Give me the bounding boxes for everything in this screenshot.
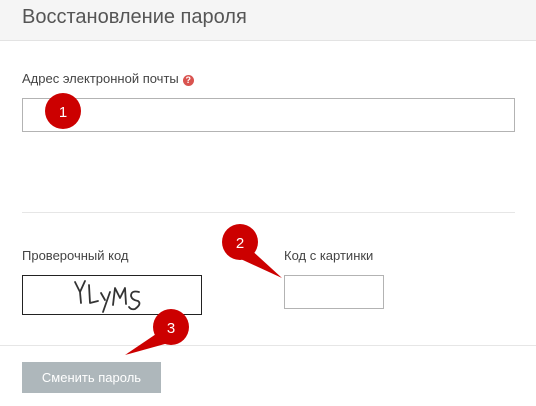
question-circle-icon[interactable]: ?: [182, 75, 194, 86]
marker-2-label: 2: [236, 235, 244, 252]
captcha-label: Проверочный код: [22, 248, 129, 263]
email-label-text: Адрес электронной почты: [22, 71, 179, 86]
page-title: Восстановление пароля: [22, 6, 247, 28]
email-field[interactable]: [22, 98, 515, 132]
page-header: Восстановление пароля: [0, 0, 536, 41]
email-field-label: Адрес электронной почты?: [22, 71, 194, 86]
marker-3-label: 3: [167, 320, 175, 337]
captcha-image: [22, 275, 202, 315]
annotation-marker-2: 2: [222, 224, 282, 278]
code-field-label: Код с картинки: [284, 248, 374, 263]
section-divider: [22, 212, 515, 213]
captcha-code-input[interactable]: [284, 275, 384, 309]
change-password-button[interactable]: Сменить пароль: [22, 362, 161, 393]
